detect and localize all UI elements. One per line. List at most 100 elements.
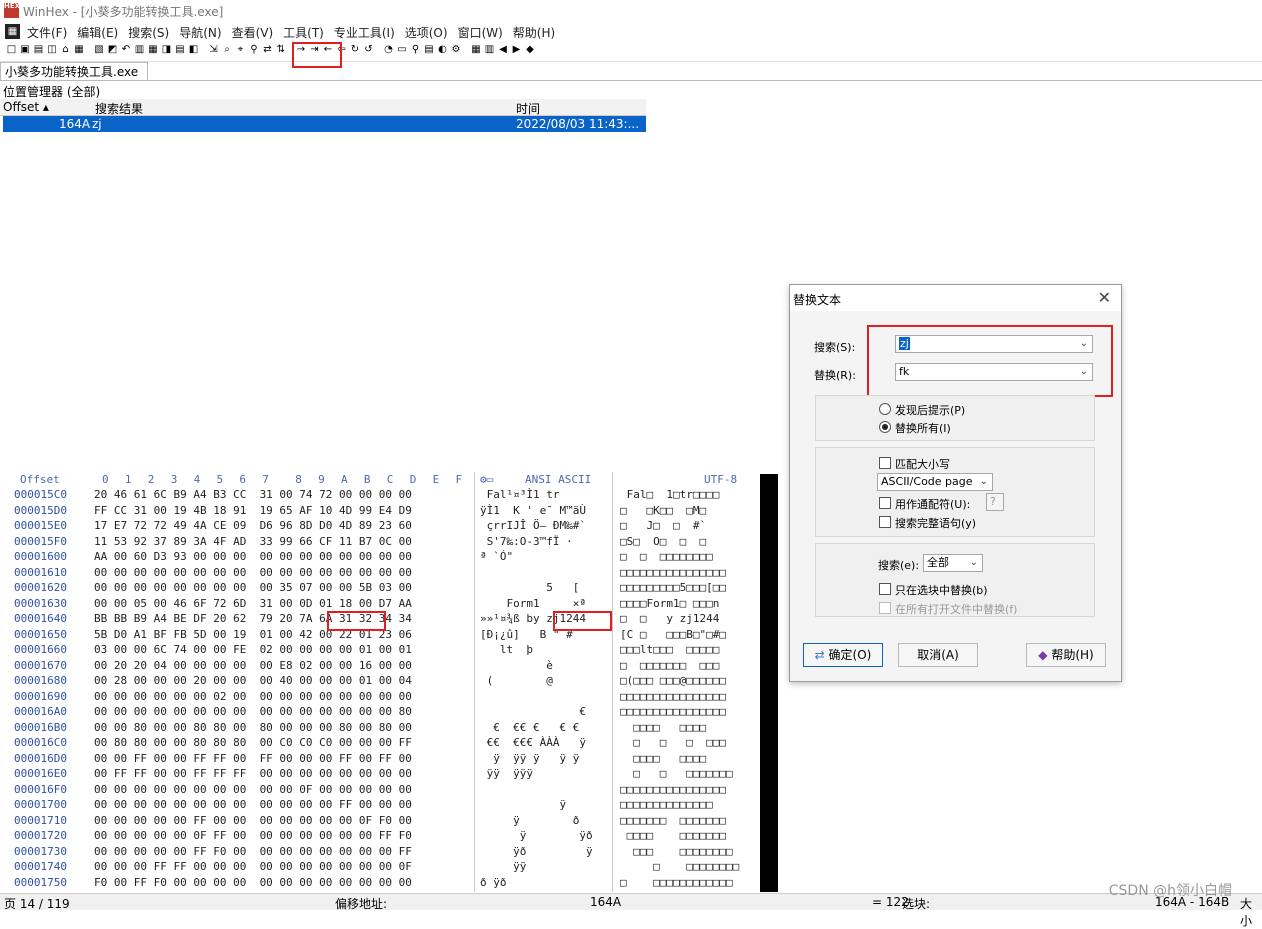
title-bar: HEX WinHex - [小葵多功能转换工具.exe] [0, 0, 1262, 22]
column-time[interactable]: 时间 [516, 100, 540, 117]
paste-icon[interactable]: ◨ [161, 44, 172, 55]
copy-icon[interactable]: ▥ [134, 44, 145, 55]
calc-icon[interactable]: ▤ [424, 44, 435, 55]
hex-column-label: 6 [239, 473, 247, 486]
wildcard-checkbox[interactable] [879, 497, 891, 509]
hex-row[interactable]: 00001670 00 20 20 04 00 00 00 00 00 E8 02… [0, 659, 760, 675]
find-hex-icon[interactable]: ⌖ [235, 44, 246, 55]
hex-row[interactable]: 000016E0 00 FF FF 00 00 FF FF FF 00 00 00… [0, 767, 760, 783]
hex-offset: 00001640 [14, 612, 67, 625]
hex-row[interactable]: 000016F0 00 00 00 00 00 00 00 00 00 00 0F… [0, 783, 760, 799]
hex-row[interactable]: 00001720 00 00 00 00 00 0F FF 00 00 00 00… [0, 829, 760, 845]
hex-row[interactable]: 00001710 00 00 00 00 00 FF 00 00 00 00 00… [0, 814, 760, 830]
whole-word-checkbox[interactable] [879, 516, 891, 528]
help-button[interactable]: ◆ 帮助(H) [1026, 643, 1106, 667]
search-scope-select[interactable]: 全部 ⌄ [923, 554, 983, 572]
folder-icon[interactable]: ▧ [94, 44, 105, 55]
hex-row[interactable]: 00001680 00 28 00 00 00 20 00 00 00 40 00… [0, 674, 760, 690]
wildcard-char-input[interactable]: ? [986, 493, 1004, 511]
ok-button[interactable]: ⇄ 确定(O) [803, 643, 883, 667]
menu-item[interactable]: 导航(N) [179, 24, 221, 41]
hex-row[interactable]: 000016B0 00 00 80 00 00 80 80 00 80 00 00… [0, 721, 760, 737]
only-block-checkbox[interactable] [879, 583, 891, 595]
undo-icon[interactable]: ↶ [121, 44, 132, 55]
hex-row[interactable]: 00001600 AA 00 60 D3 93 00 00 00 00 00 00… [0, 550, 760, 566]
view-icon[interactable]: ⚙▭ [480, 473, 493, 486]
hex-row[interactable]: 00001700 00 00 00 00 00 00 00 00 00 00 00… [0, 798, 760, 814]
replace-hex-icon[interactable]: ⇅ [276, 44, 287, 55]
new-file-icon[interactable]: □ [6, 44, 17, 55]
hex-row[interactable]: 00001620 00 00 00 00 00 00 00 00 00 35 07… [0, 581, 760, 597]
hex-editor[interactable]: Offset ⚙▭ ANSI ASCII UTF-8 0 1 2 3 4 5 6 7 8 9 A B C… [0, 472, 760, 892]
hex-column-label: 4 [193, 473, 201, 486]
radio-replace-all[interactable] [879, 421, 891, 433]
radio-prompt[interactable] [879, 403, 891, 415]
search-icon[interactable]: ⚲ [410, 44, 421, 55]
chevron-down-icon[interactable]: ⌄ [980, 474, 988, 490]
hex-row[interactable]: 000015C0 20 46 61 6C B9 A4 B3 CC 31 00 74… [0, 488, 760, 504]
gauge-icon[interactable]: ◐ [437, 44, 448, 55]
tab-document[interactable]: 小葵多功能转换工具.exe [0, 62, 148, 80]
hex-row[interactable]: 00001630 00 00 05 00 46 6F 72 6D 31 00 0D… [0, 597, 760, 613]
reload-icon[interactable]: ↺ [363, 44, 374, 55]
replace-text-icon[interactable]: ⇄ [262, 44, 273, 55]
hex-row[interactable]: 000016D0 00 00 FF 00 00 FF FF 00 FF 00 00… [0, 752, 760, 768]
menu-item[interactable]: 工具(T) [283, 24, 324, 41]
scrollbar[interactable] [760, 474, 778, 892]
only-block-label: 只在选块中替换(b) [895, 584, 988, 597]
document-menu-icon[interactable]: ▦ [5, 24, 20, 39]
status-page: 页 14 / 119 [4, 897, 70, 911]
menu-item[interactable]: 查看(V) [232, 24, 274, 41]
ram-icon[interactable]: ▭ [397, 44, 408, 55]
paste-special-icon[interactable]: ◧ [188, 44, 199, 55]
close-icon[interactable]: ✕ [1098, 288, 1111, 307]
hex-row[interactable]: 00001750 F0 00 FF F0 00 00 00 00 00 00 00… [0, 876, 760, 892]
hex-row[interactable]: 00001660 03 00 00 6C 74 00 00 FE 02 00 00… [0, 643, 760, 659]
cancel-button[interactable]: 取消(A) [898, 643, 978, 667]
script-icon[interactable]: ◆ [525, 44, 536, 55]
gear-icon[interactable]: ⚙ [451, 44, 462, 55]
utf8-text: □ J□ □ #` [620, 519, 707, 532]
hex-row[interactable]: 00001740 00 00 00 FF FF 00 00 00 00 00 00… [0, 860, 760, 876]
hex-row[interactable]: 000015D0 FF CC 31 00 19 4B 18 91 19 65 AF… [0, 504, 760, 520]
ansi-text: ÿÿ ÿÿÿ [480, 767, 533, 780]
print-icon[interactable]: ◫ [47, 44, 58, 55]
column-search-result[interactable]: 搜索结果 [95, 100, 143, 117]
hex-row[interactable]: 000016C0 00 80 80 00 00 80 80 80 00 C0 C0… [0, 736, 760, 752]
column-offset[interactable]: Offset ▴ [3, 100, 49, 114]
home-icon[interactable]: ⌂ [60, 44, 71, 55]
hex-row[interactable]: 000015F0 11 53 92 37 89 3A 4F AD 33 99 66… [0, 535, 760, 551]
find-icon[interactable]: ⌕ [222, 44, 233, 55]
menu-item[interactable]: 文件(F) [27, 24, 67, 41]
table-icon[interactable]: ▥ [484, 44, 495, 55]
hex-row[interactable]: 00001690 00 00 00 00 00 00 02 00 00 00 00… [0, 690, 760, 706]
save-icon[interactable]: ▤ [33, 44, 44, 55]
refresh-icon[interactable]: ↻ [350, 44, 361, 55]
disk-icon[interactable]: ◔ [383, 44, 394, 55]
codepage-select[interactable]: ASCII/Code page ⌄ [877, 473, 993, 491]
find-again-icon[interactable]: ⚲ [249, 44, 260, 55]
all-files-checkbox[interactable] [879, 602, 891, 614]
menu-item[interactable]: 专业工具(I) [334, 24, 395, 41]
chevron-down-icon[interactable]: ⌄ [970, 555, 978, 571]
next-icon[interactable]: ▶ [511, 44, 522, 55]
hex-row[interactable]: 000016A0 00 00 00 00 00 00 00 00 00 00 00… [0, 705, 760, 721]
properties-icon[interactable]: ▦ [74, 44, 85, 55]
menu-item[interactable]: 编辑(E) [77, 24, 118, 41]
menu-item[interactable]: 选项(O) [405, 24, 448, 41]
cut-icon[interactable]: ▦ [148, 44, 159, 55]
prev-icon[interactable]: ◀ [498, 44, 509, 55]
table-row[interactable]: 164A zj 2022/08/03 11:43:... [3, 116, 646, 132]
menu-item[interactable]: 搜索(S) [128, 24, 169, 41]
export-icon[interactable]: ⇲ [208, 44, 219, 55]
menu-item[interactable]: 帮助(H) [513, 24, 555, 41]
hex-row[interactable]: 000015E0 17 E7 72 72 49 4A CE 09 D6 96 8D… [0, 519, 760, 535]
undo-group-icon[interactable]: ◩ [107, 44, 118, 55]
hex-row[interactable]: 00001730 00 00 00 00 00 FF F0 00 00 00 00… [0, 845, 760, 861]
menu-item[interactable]: 窗口(W) [458, 24, 503, 41]
hex-row[interactable]: 00001610 00 00 00 00 00 00 00 00 00 00 00… [0, 566, 760, 582]
grid-icon[interactable]: ▦ [471, 44, 482, 55]
match-case-checkbox[interactable] [879, 457, 891, 469]
open-icon[interactable]: ▣ [20, 44, 31, 55]
clipboard-icon[interactable]: ▤ [175, 44, 186, 55]
